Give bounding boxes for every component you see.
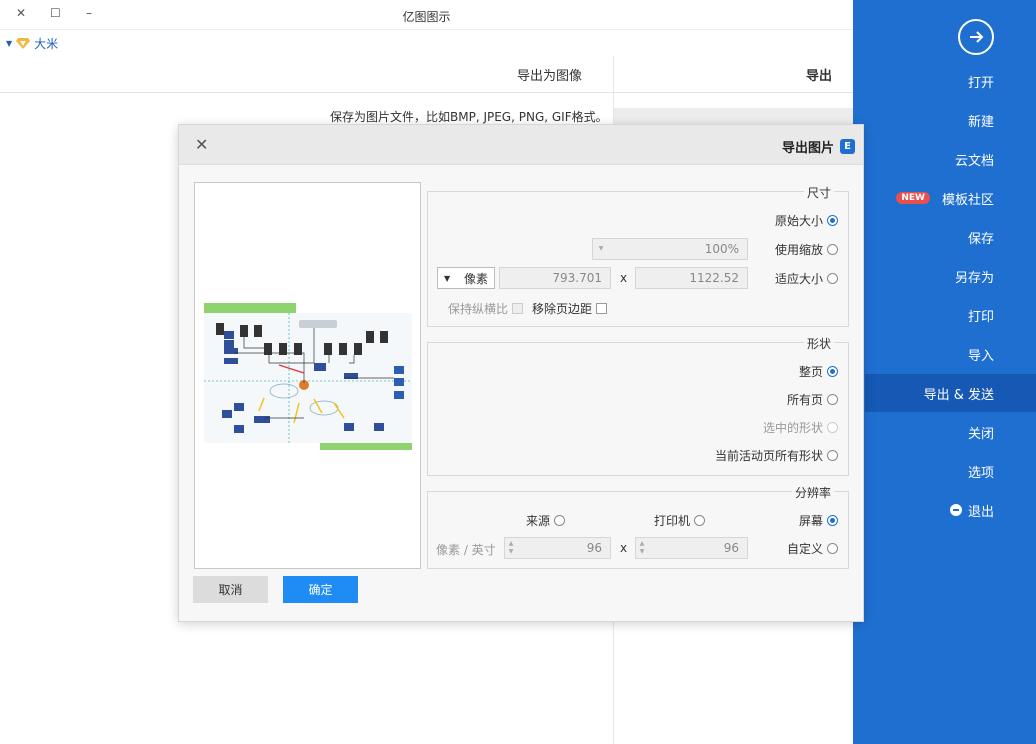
original-size-radio[interactable]: [827, 215, 838, 226]
dialog-header: 导出图片 E ✕: [179, 125, 863, 165]
exit-icon: [949, 504, 962, 516]
back-button[interactable]: [958, 19, 994, 55]
resolution-group: 分辨率 屏幕 打印机 来源 自定义 ▲ ▼ 96 x ▲ ▼ 96 像素 / 英寸: [427, 484, 849, 569]
times-sign: x: [620, 271, 628, 285]
sidebar-item-options[interactable]: 选项: [865, 452, 1036, 490]
resolution-y-input[interactable]: ▲ ▼ 96: [504, 537, 611, 559]
minimize-icon[interactable]: –: [86, 6, 92, 20]
keep-ratio-checkbox[interactable]: [512, 303, 524, 314]
shape-legend: 形状: [803, 335, 834, 352]
resolution-x-input[interactable]: ▲ ▼ 96: [635, 537, 748, 559]
sidebar-item-exit[interactable]: 退出: [865, 491, 1036, 529]
source-radio[interactable]: [554, 515, 566, 526]
user-name: 大米: [34, 37, 59, 51]
chevron-down-icon: ▼: [598, 245, 604, 252]
remove-margin-checkbox[interactable]: [596, 303, 608, 314]
printer-option[interactable]: 打印机: [654, 512, 706, 529]
backstage-sidebar: 打开 新建 云文档 NEW 模板社区 保存 另存为 打印 导入 导出 & 发送 …: [853, 0, 1036, 744]
cancel-button[interactable]: 取消: [193, 576, 268, 603]
export-heading: 导出: [806, 69, 833, 84]
selected-shapes-radio[interactable]: [827, 422, 838, 433]
times-sign: x: [620, 541, 628, 555]
fit-size-radio[interactable]: [827, 273, 838, 284]
remove-margin-option[interactable]: 移除页边距: [532, 300, 608, 317]
stepper-icon: ▲ ▼: [639, 540, 645, 555]
current-page-shapes-option[interactable]: 当前活动页所有形状: [715, 447, 838, 464]
use-scale-radio[interactable]: [827, 244, 838, 255]
close-window-icon[interactable]: ✕: [16, 6, 26, 20]
resolution-legend: 分辨率: [791, 484, 834, 501]
screen-option[interactable]: 屏幕: [799, 512, 838, 529]
sidebar-item-save[interactable]: 保存: [865, 218, 1036, 256]
sidebar-item-template-community[interactable]: NEW 模板社区: [865, 179, 1036, 217]
dpi-unit-label: 像素 / 英寸: [436, 543, 496, 557]
stepper-icon: ▲ ▼: [508, 540, 514, 555]
shape-group: 形状 整页 所有页 选中的形状 当前活动页所有形状: [427, 335, 849, 476]
all-pages-radio[interactable]: [827, 394, 838, 405]
custom-option[interactable]: 自定义: [787, 540, 838, 557]
image-preview: [194, 182, 421, 569]
network-diagram-thumbnail: [204, 303, 412, 450]
sidebar-item-new[interactable]: 新建: [865, 101, 1036, 139]
size-unit-select[interactable]: ▼ 像素: [437, 267, 495, 289]
original-size-option[interactable]: 原始大小: [775, 212, 838, 229]
export-image-description: 保存为图片文件，比如BMP, JPEG, PNG, GIF格式。: [330, 110, 608, 124]
arrow-right-icon: [970, 31, 984, 43]
chevron-down-icon: ▼: [444, 273, 451, 283]
whole-page-radio[interactable]: [827, 366, 838, 377]
dropdown-arrow-icon: ▼: [6, 39, 13, 48]
app-logo-icon: E: [840, 139, 855, 154]
new-badge: NEW: [896, 192, 930, 204]
app-title: 亿图图示: [402, 10, 451, 24]
keep-ratio-option[interactable]: 保持纵横比: [448, 300, 524, 317]
width-input[interactable]: 1122.52: [635, 267, 748, 289]
whole-page-option[interactable]: 整页: [799, 363, 838, 380]
fit-size-option[interactable]: 适应大小: [775, 270, 838, 287]
maximize-icon[interactable]: ☐: [50, 6, 61, 20]
printer-radio[interactable]: [694, 515, 706, 526]
sidebar-item-print[interactable]: 打印: [865, 296, 1036, 334]
export-image-heading: 导出为图像: [517, 69, 583, 84]
dialog-close-icon[interactable]: ✕: [195, 135, 208, 154]
sidebar-item-open[interactable]: 打开: [865, 62, 1036, 100]
all-pages-option[interactable]: 所有页: [787, 391, 838, 408]
sidebar-item-save-as[interactable]: 另存为: [865, 257, 1036, 295]
sidebar-item-export-send[interactable]: 导出 & 发送: [865, 374, 1036, 412]
user-account[interactable]: ▼ 大米: [6, 35, 58, 52]
size-legend: 尺寸: [803, 184, 834, 201]
size-group: 尺寸 原始大小 使用缩放 ▼ 100% 适应大小 ▼ 像素 793.701 x …: [427, 184, 849, 327]
header-divider: [0, 92, 853, 93]
sidebar-item-close[interactable]: 关闭: [865, 413, 1036, 451]
screen-radio[interactable]: [827, 515, 838, 526]
vip-gem-icon: [16, 38, 31, 49]
height-input[interactable]: 793.701: [499, 267, 611, 289]
sidebar-item-import[interactable]: 导入: [865, 335, 1036, 373]
use-scale-option[interactable]: 使用缩放: [775, 241, 838, 258]
custom-radio[interactable]: [827, 543, 838, 554]
current-page-shapes-radio[interactable]: [827, 450, 838, 461]
source-option[interactable]: 来源: [526, 512, 566, 529]
sidebar-item-cloud-docs[interactable]: 云文档: [865, 140, 1036, 178]
title-bar: 亿图图示 ✕ ☐ –: [0, 0, 853, 30]
export-image-dialog: 导出图片 E ✕ 尺寸 原始大小 使用缩放 ▼ 100% 适应大小 ▼ 像素 7…: [178, 124, 864, 622]
scale-select[interactable]: ▼ 100%: [592, 238, 748, 260]
dialog-title: 导出图片 E: [782, 137, 855, 156]
selected-shapes-option[interactable]: 选中的形状: [763, 419, 838, 436]
ok-button[interactable]: 确定: [283, 576, 358, 603]
